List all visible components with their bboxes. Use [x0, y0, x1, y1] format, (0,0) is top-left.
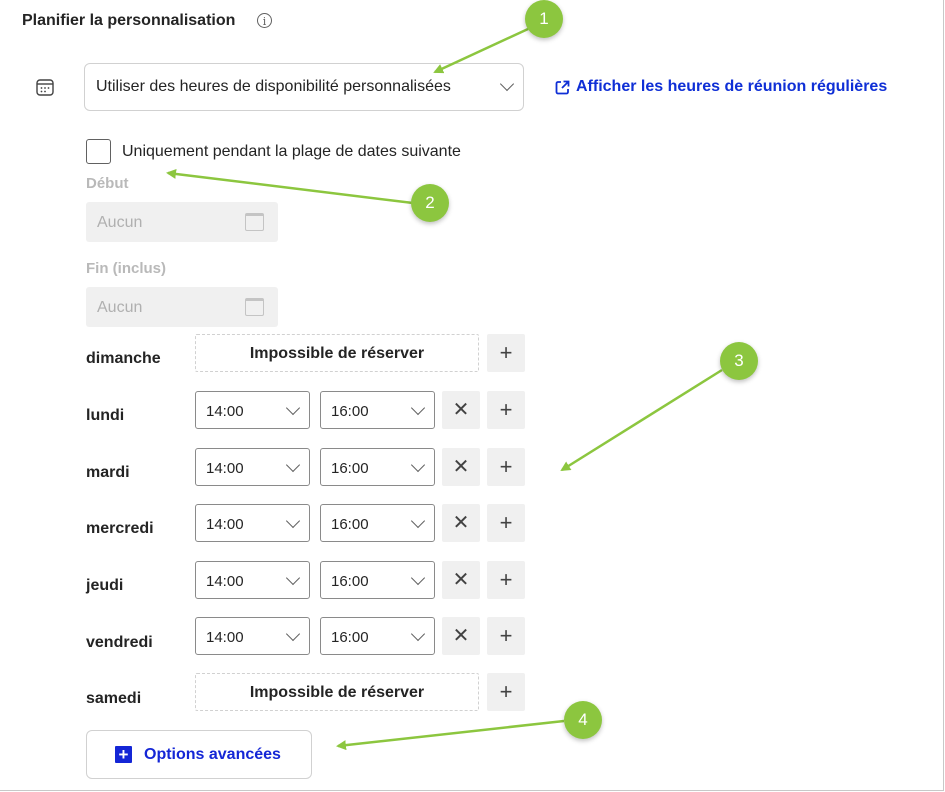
annotation-arrow: [166, 169, 414, 205]
annotation-badge: 2: [411, 184, 449, 222]
annotation-arrow: [336, 719, 565, 751]
annotation-badge: 4: [564, 701, 602, 739]
annotation-arrow: [433, 27, 529, 74]
annotation-arrows: [166, 27, 723, 751]
annotation-badge: 3: [720, 342, 758, 380]
annotation-arrow: [560, 368, 723, 472]
annotation-badge: 1: [525, 0, 563, 38]
